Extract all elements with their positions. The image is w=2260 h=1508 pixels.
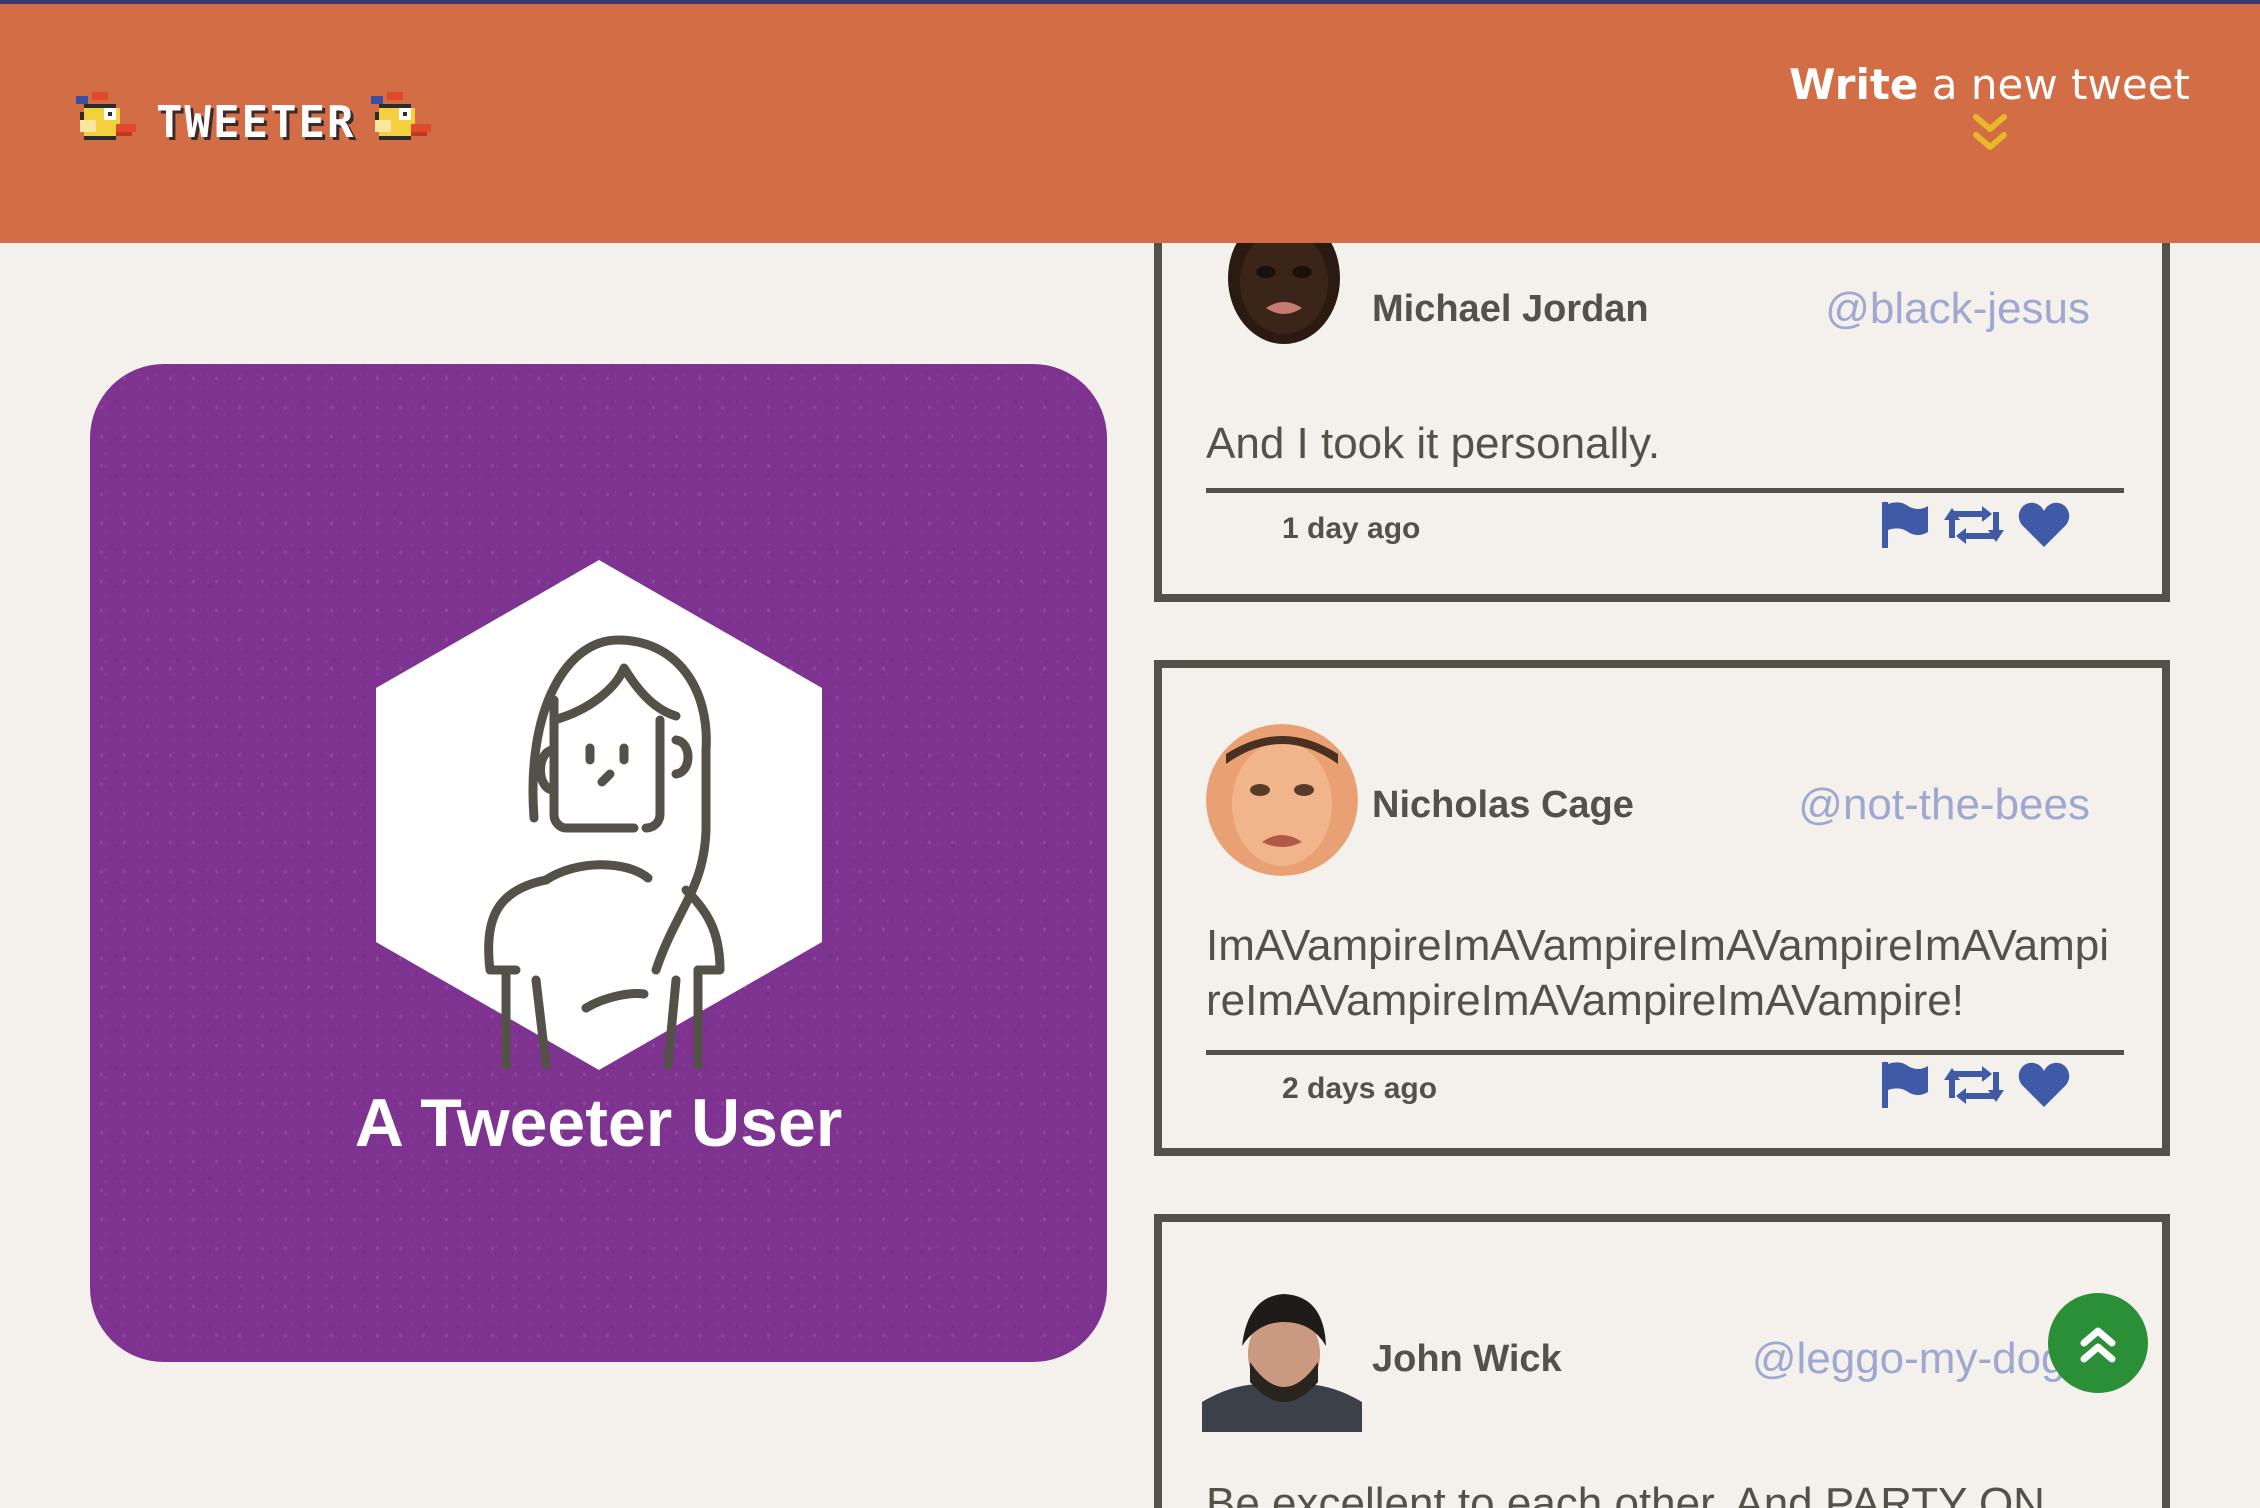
tweet-card: Michael Jordan @black-jesus And I took i…: [1154, 200, 2170, 602]
tweet-author-name: Michael Jordan: [1372, 288, 1649, 330]
brand-name: TWEETER: [156, 96, 356, 148]
heart-icon[interactable]: [2018, 1061, 2070, 1113]
flag-icon[interactable]: [1880, 1060, 1930, 1114]
user-avatar-icon: [376, 560, 822, 1070]
bird-icon: [371, 92, 432, 140]
profile-card: A Tweeter User: [90, 364, 1107, 1362]
tweet-text: And I took it personally.: [1206, 419, 1661, 468]
compose-label-bold: Write: [1789, 60, 1919, 109]
scroll-to-top-button[interactable]: [2048, 1293, 2148, 1393]
chevron-double-down-icon: [1972, 114, 2007, 150]
tweet-actions: [1880, 1060, 2070, 1114]
flag-icon[interactable]: [1880, 500, 1930, 554]
tweet-timestamp: 1 day ago: [1282, 512, 1421, 545]
tweet-author-name: John Wick: [1372, 1338, 1562, 1380]
divider: [1206, 1050, 2124, 1055]
tweet-card: Nicholas Cage @not-the-bees ImAVampireIm…: [1154, 660, 2170, 1156]
header-bar: TWEETER Write a new tweet: [0, 4, 2260, 243]
avatar-image: [1202, 1282, 1362, 1432]
avatar: [1202, 1282, 1362, 1432]
brand-logo[interactable]: TWEETER: [72, 92, 439, 152]
tweet-author-handle[interactable]: @black-jesus: [1825, 284, 2090, 334]
tweet-text: ImAVampireImAVampireImAVampireImAVampire…: [1206, 921, 2110, 1025]
tweet-text: Be excellent to each other. And PARTY ON: [1206, 1479, 2045, 1508]
compose-label-rest: a new tweet: [1918, 60, 2190, 109]
tweet-timestamp: 2 days ago: [1282, 1072, 1438, 1105]
tweet-actions: [1880, 500, 2070, 554]
profile-name: A Tweeter User: [354, 1085, 843, 1161]
retweet-icon[interactable]: [1944, 1060, 2004, 1114]
bird-icon: [76, 92, 136, 140]
divider: [1206, 488, 2124, 493]
avatar: [1206, 724, 1358, 876]
chevron-double-up-icon: [2080, 1327, 2116, 1363]
avatar-image: [1206, 724, 1358, 876]
heart-icon[interactable]: [2018, 501, 2070, 553]
page: TWEETER Write a new tweet A Tweeter User…: [0, 0, 2260, 1508]
tweet-author-handle[interactable]: @not-the-bees: [1798, 780, 2090, 830]
retweet-icon[interactable]: [1944, 500, 2004, 554]
compose-tweet-button[interactable]: Write a new tweet: [1789, 60, 2190, 155]
tweet-card: John Wick @leggo-my-dogg Be excellent to…: [1154, 1214, 2170, 1508]
compose-label: Write a new tweet: [1789, 60, 2190, 109]
tweet-author-handle[interactable]: @leggo-my-dogg: [1752, 1334, 2090, 1384]
tweet-author-name: Nicholas Cage: [1372, 784, 1634, 826]
